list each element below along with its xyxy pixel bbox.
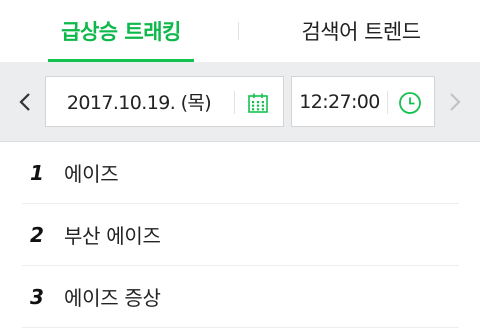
ranking-item[interactable]: 2 부산 에이즈 <box>22 204 459 266</box>
ranking-item[interactable]: 1 에이즈 <box>22 142 459 204</box>
rank-number: 2 <box>30 222 44 247</box>
calendar-icon <box>247 93 268 113</box>
rank-number: 3 <box>30 284 44 309</box>
next-date-button[interactable] <box>444 88 466 116</box>
date-value: 2017.10.19. (목) <box>66 92 212 114</box>
chevron-right-icon <box>450 93 461 111</box>
ranking-list: 1 에이즈 2 부산 에이즈 3 에이즈 증상 <box>22 142 459 328</box>
tab-divider <box>238 22 239 40</box>
clock-icon <box>398 91 421 114</box>
rank-keyword[interactable]: 에이즈 <box>64 158 119 187</box>
rank-number: 1 <box>30 160 44 185</box>
chevron-left-icon <box>19 93 30 111</box>
clock-button[interactable] <box>397 90 422 115</box>
rank-keyword[interactable]: 에이즈 증상 <box>64 282 161 311</box>
date-selector[interactable]: 2017.10.19. (목) <box>45 76 284 127</box>
tab-bar: 급상승 트래킹 검색어 트렌드 <box>0 0 480 62</box>
prev-date-button[interactable] <box>14 88 36 116</box>
time-selector[interactable]: 12:27:00 <box>291 76 435 127</box>
calendar-button[interactable] <box>245 90 270 115</box>
time-value: 12:27:00 <box>299 90 380 113</box>
ranking-item[interactable]: 3 에이즈 증상 <box>22 266 459 328</box>
rank-keyword[interactable]: 부산 에이즈 <box>64 220 161 249</box>
tab-trending-tracking[interactable]: 급상승 트래킹 <box>48 0 194 62</box>
tab-search-trends[interactable]: 검색어 트렌드 <box>286 0 436 62</box>
time-divider <box>387 91 388 114</box>
date-divider <box>234 91 235 114</box>
datetime-bar: 2017.10.19. (목) 12:27:00 <box>0 62 480 142</box>
